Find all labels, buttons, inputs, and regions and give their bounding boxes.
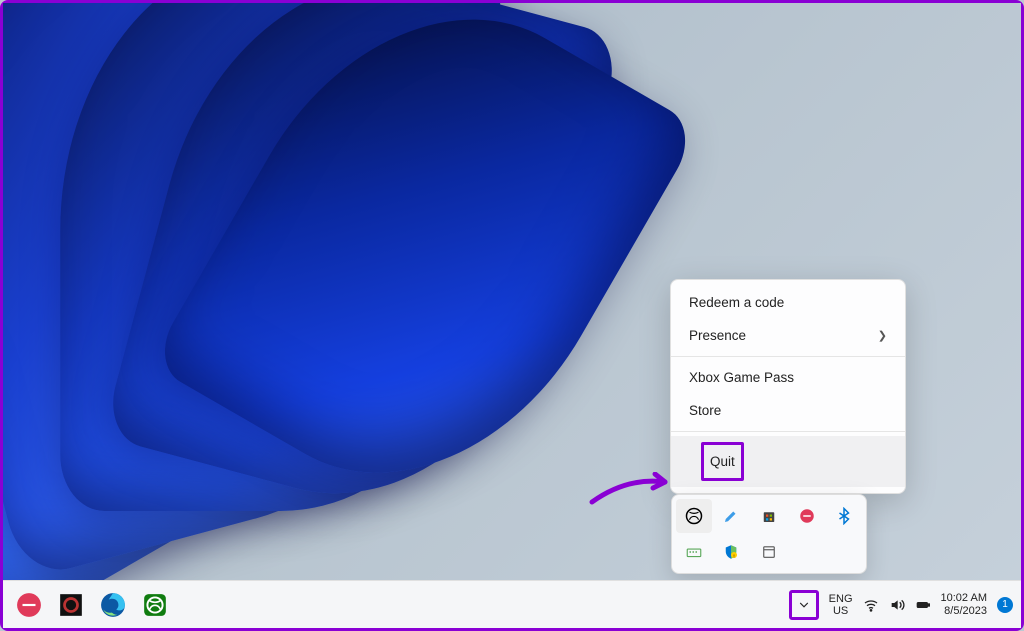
tray-security-icon[interactable]: !: [714, 535, 750, 569]
menu-item-label: Quit: [701, 442, 744, 481]
taskbar-app-1[interactable]: [11, 587, 47, 623]
menu-separator: [671, 431, 905, 432]
tray-store-icon[interactable]: [751, 499, 787, 533]
wifi-icon: [863, 597, 879, 613]
taskbar-xbox-icon[interactable]: [137, 587, 173, 623]
xbox-context-menu: Redeem a code Presence ❯ Xbox Game Pass …: [670, 279, 906, 494]
taskbar-pinned-apps: [11, 587, 173, 623]
taskbar-system-area: ENG US 10:02 AM 8/5/2023 1: [789, 581, 1013, 628]
taskbar-app-2[interactable]: [53, 587, 89, 623]
menu-separator: [671, 356, 905, 357]
system-tray-overflow: !: [671, 494, 867, 574]
menu-item-label: Redeem a code: [689, 295, 784, 310]
chevron-right-icon: ❯: [878, 329, 887, 342]
language-indicator[interactable]: ENG US: [829, 593, 853, 617]
menu-item-label: Store: [689, 403, 721, 418]
language-line1: ENG: [829, 593, 853, 605]
battery-icon: [915, 597, 931, 613]
notification-count: 1: [1002, 599, 1008, 610]
tray-pen-icon[interactable]: [714, 499, 750, 533]
tray-app-icon[interactable]: [789, 499, 825, 533]
time: 10:02 AM: [941, 592, 987, 605]
system-status-icons[interactable]: [863, 597, 931, 613]
menu-presence[interactable]: Presence ❯: [671, 319, 905, 352]
menu-xbox-game-pass[interactable]: Xbox Game Pass: [671, 361, 905, 394]
tray-window-icon[interactable]: [751, 535, 787, 569]
notification-badge[interactable]: 1: [997, 597, 1013, 613]
taskbar-edge-icon[interactable]: [95, 587, 131, 623]
date: 8/5/2023: [941, 605, 987, 618]
taskbar: ENG US 10:02 AM 8/5/2023 1: [3, 580, 1021, 628]
volume-icon: [889, 597, 905, 613]
tray-keyboard-icon[interactable]: [676, 535, 712, 569]
language-line2: US: [829, 605, 853, 617]
menu-item-label: Presence: [689, 328, 746, 343]
menu-item-label: Xbox Game Pass: [689, 370, 794, 385]
menu-redeem-code[interactable]: Redeem a code: [671, 286, 905, 319]
svg-text:!: !: [734, 553, 735, 558]
menu-store[interactable]: Store: [671, 394, 905, 427]
tray-xbox-icon[interactable]: [676, 499, 712, 533]
menu-quit[interactable]: Quit: [671, 436, 905, 487]
tray-overflow-button[interactable]: [789, 590, 819, 620]
clock[interactable]: 10:02 AM 8/5/2023: [941, 592, 987, 618]
tray-bluetooth-icon[interactable]: [826, 499, 862, 533]
wallpaper-bloom: [3, 3, 720, 580]
